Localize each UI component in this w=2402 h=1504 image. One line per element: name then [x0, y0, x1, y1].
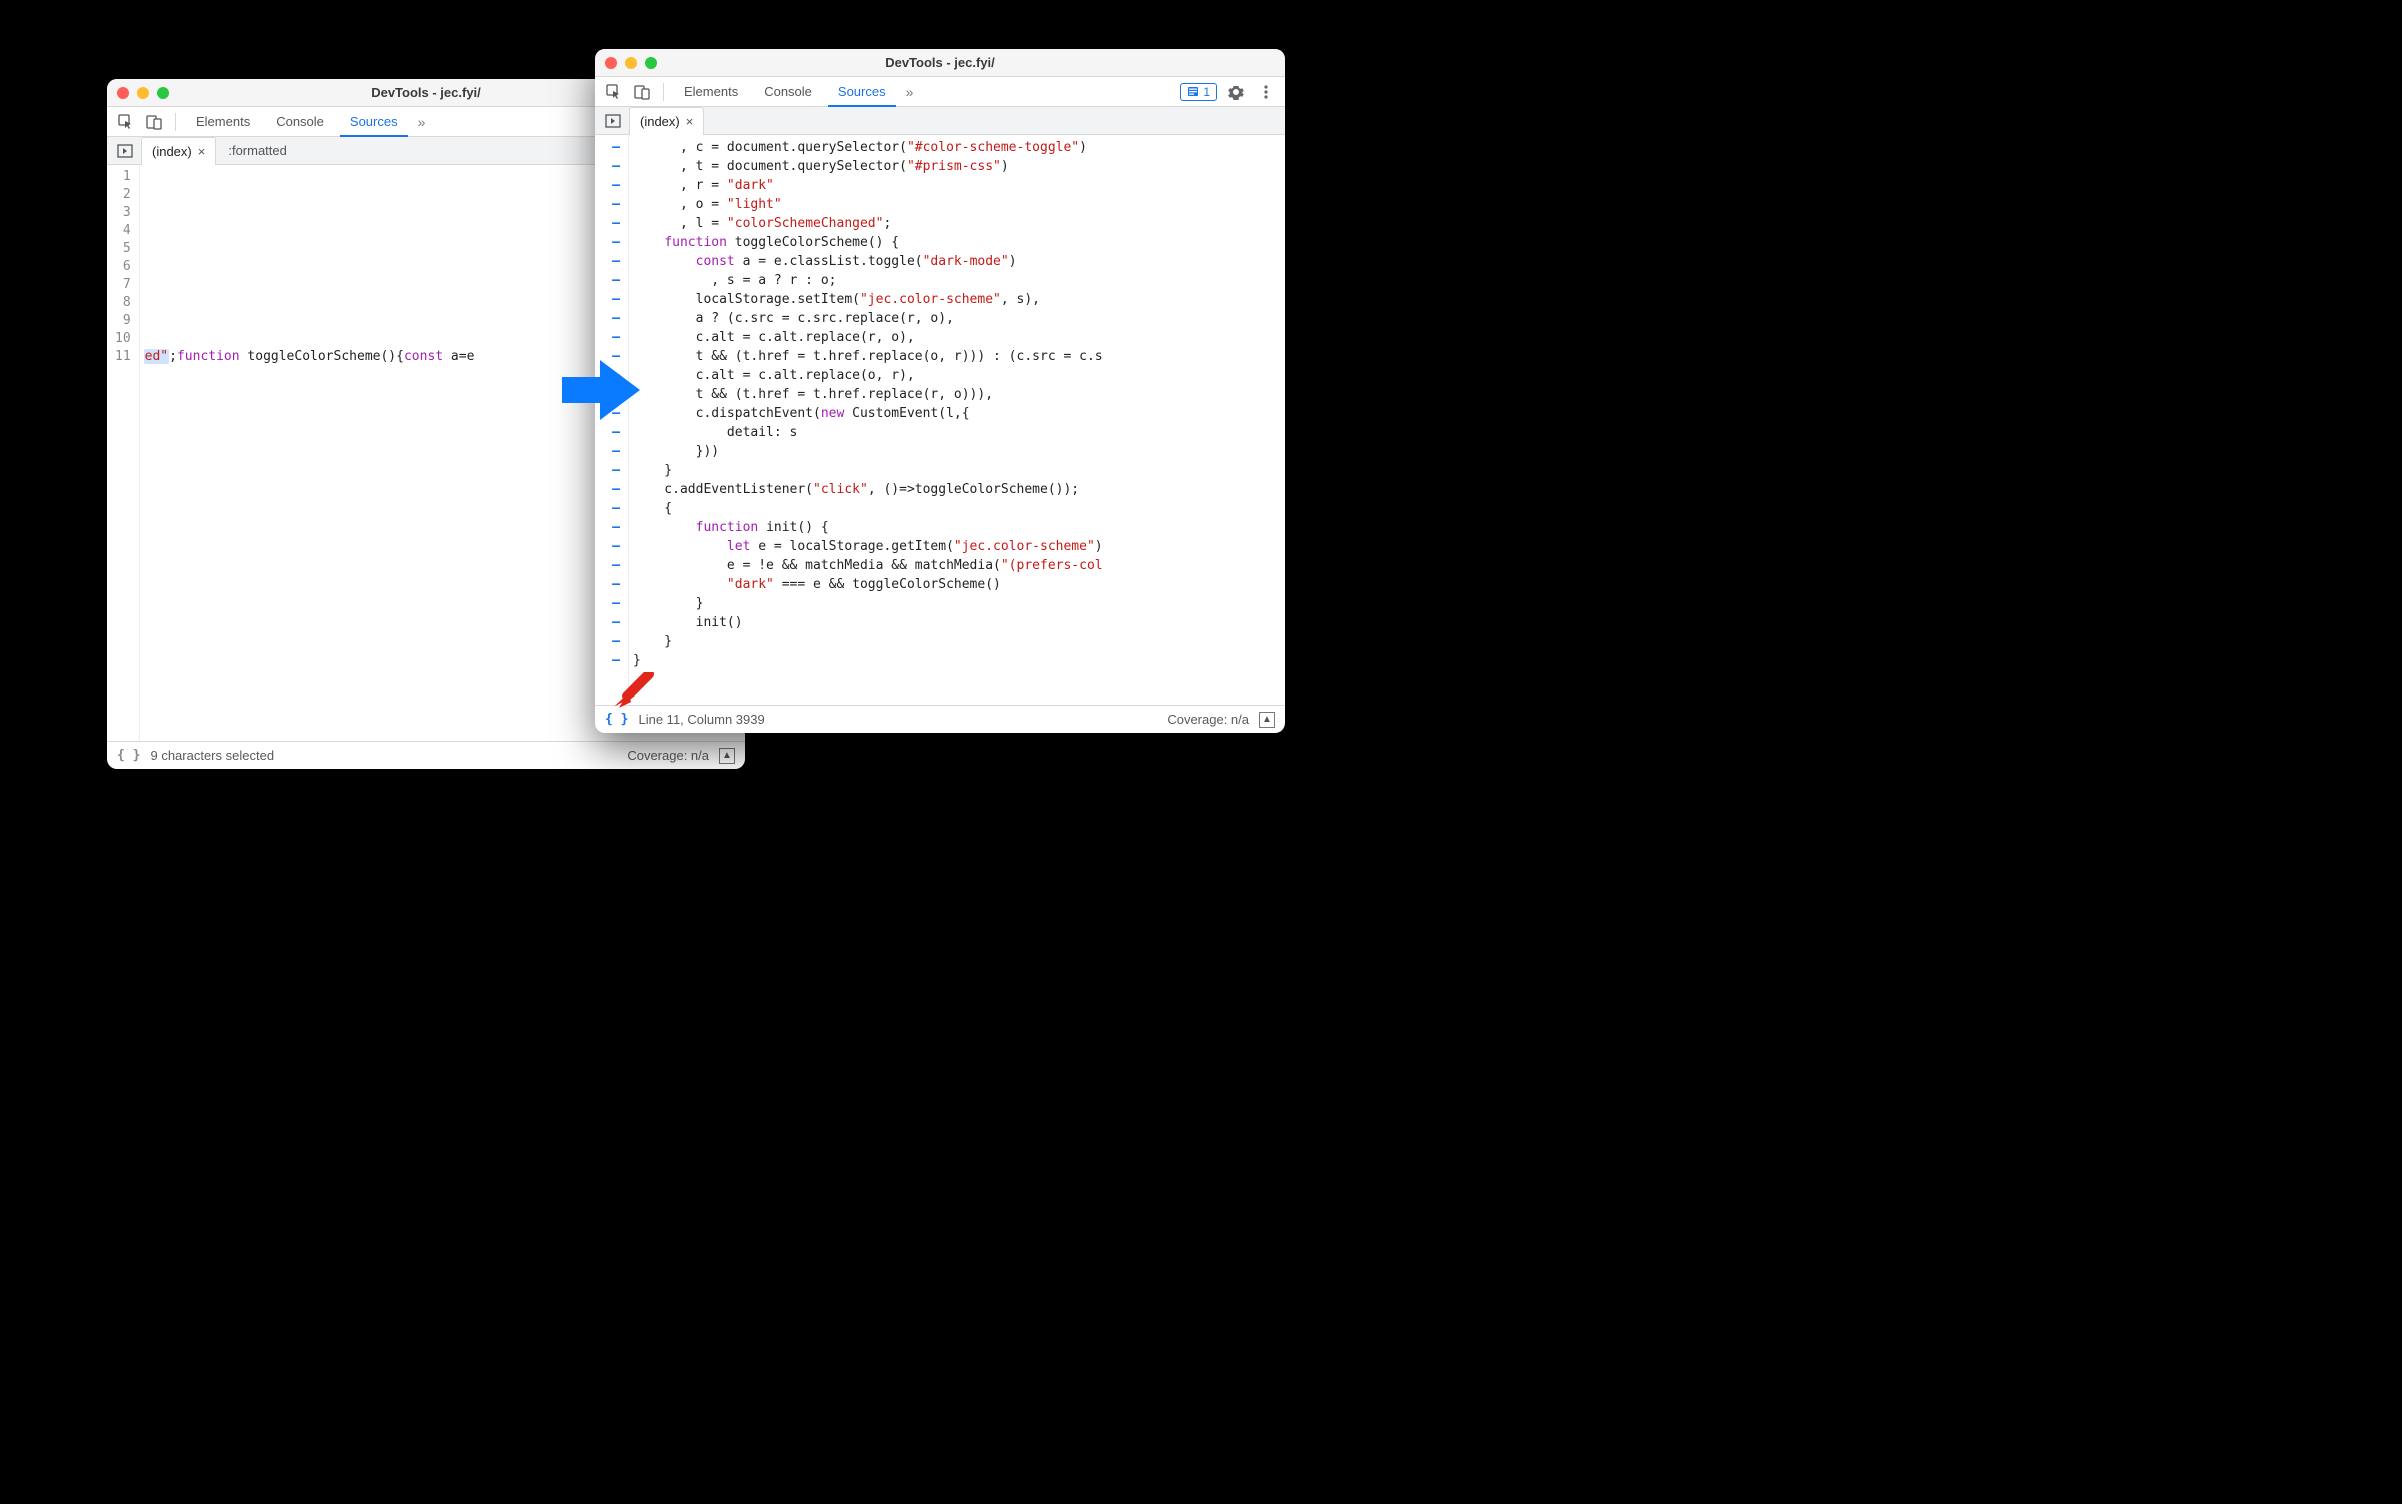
more-tabs-icon[interactable]: »	[902, 84, 918, 100]
navigator-toggle-icon[interactable]	[113, 139, 137, 163]
line-number: 9	[115, 312, 131, 330]
line-number: 5	[115, 240, 131, 258]
issues-badge[interactable]: 1	[1180, 83, 1217, 101]
line-marker: –	[603, 404, 620, 423]
window-zoom-icon[interactable]	[157, 87, 169, 99]
line-marker: –	[603, 233, 620, 252]
file-tab-label: (index)	[152, 144, 192, 159]
file-tab-label: (index)	[640, 114, 680, 129]
line-marker: –	[603, 556, 620, 575]
line-number-gutter: ––––––––––––––––––––––––––––	[595, 135, 629, 705]
window-close-icon[interactable]	[605, 57, 617, 69]
device-toolbar-icon[interactable]	[143, 111, 165, 133]
line-marker: –	[603, 537, 620, 556]
line-number: 2	[115, 186, 131, 204]
more-menu-icon[interactable]	[1255, 81, 1277, 103]
line-number: 6	[115, 258, 131, 276]
close-tab-icon[interactable]: ×	[686, 114, 694, 129]
line-marker: –	[603, 366, 620, 385]
line-marker: –	[603, 461, 620, 480]
tab-elements[interactable]: Elements	[674, 77, 748, 107]
devtools-window-right: DevTools - jec.fyi/ Elements Console Sou…	[595, 49, 1285, 733]
line-number-gutter: 1234567891011	[107, 165, 140, 741]
settings-gear-icon[interactable]	[1225, 81, 1247, 103]
tab-sources[interactable]: Sources	[340, 107, 408, 137]
code-content[interactable]: , c = document.querySelector("#color-sch…	[629, 135, 1285, 705]
title-bar: DevTools - jec.fyi/	[595, 49, 1285, 77]
line-marker: –	[603, 271, 620, 290]
line-marker: –	[603, 252, 620, 271]
line-marker: –	[603, 138, 620, 157]
status-text: 9 characters selected	[150, 748, 274, 763]
more-tabs-icon[interactable]: »	[414, 114, 430, 130]
line-marker: –	[603, 157, 620, 176]
collapse-panel-icon[interactable]: ▲	[719, 748, 735, 764]
line-number: 10	[115, 330, 131, 348]
line-number: 1	[115, 168, 131, 186]
line-marker: –	[603, 385, 620, 404]
line-marker: –	[603, 214, 620, 233]
coverage-status: Coverage: n/a	[627, 748, 709, 763]
inspect-element-icon[interactable]	[603, 81, 625, 103]
status-text: Line 11, Column 3939	[638, 712, 764, 727]
issues-count: 1	[1203, 85, 1210, 99]
line-marker: –	[603, 651, 620, 670]
window-title: DevTools - jec.fyi/	[595, 55, 1285, 70]
tab-console[interactable]: Console	[266, 107, 334, 137]
tab-sources[interactable]: Sources	[828, 77, 896, 107]
tab-elements[interactable]: Elements	[186, 107, 260, 137]
main-toolbar: Elements Console Sources » 1	[595, 77, 1285, 107]
pretty-print-icon[interactable]: { }	[117, 748, 140, 763]
line-marker: –	[603, 613, 620, 632]
line-marker: –	[603, 594, 620, 613]
line-marker: –	[603, 632, 620, 651]
line-number: 8	[115, 294, 131, 312]
line-marker: –	[603, 309, 620, 328]
line-marker: –	[603, 480, 620, 499]
window-minimize-icon[interactable]	[625, 57, 637, 69]
line-number: 7	[115, 276, 131, 294]
file-tab-bar: (index) ×	[595, 107, 1285, 135]
line-marker: –	[603, 499, 620, 518]
line-marker: –	[603, 423, 620, 442]
file-tab-index[interactable]: (index) ×	[629, 107, 704, 135]
navigator-toggle-icon[interactable]	[601, 109, 625, 133]
close-tab-icon[interactable]: ×	[198, 144, 206, 159]
window-zoom-icon[interactable]	[645, 57, 657, 69]
status-bar: { } 9 characters selected Coverage: n/a …	[107, 741, 745, 769]
line-marker: –	[603, 442, 620, 461]
line-marker: –	[603, 328, 620, 347]
line-number: 4	[115, 222, 131, 240]
code-editor[interactable]: –––––––––––––––––––––––––––– , c = docum…	[595, 135, 1285, 705]
formatted-tab[interactable]: :formatted	[218, 143, 297, 158]
line-marker: –	[603, 575, 620, 594]
issue-icon	[1187, 86, 1199, 98]
line-marker: –	[603, 176, 620, 195]
coverage-status: Coverage: n/a	[1167, 712, 1249, 727]
device-toolbar-icon[interactable]	[631, 81, 653, 103]
file-tab-index[interactable]: (index) ×	[141, 137, 216, 165]
tab-console[interactable]: Console	[754, 77, 822, 107]
collapse-panel-icon[interactable]: ▲	[1259, 712, 1275, 728]
pretty-print-icon[interactable]: { }	[605, 712, 628, 727]
window-minimize-icon[interactable]	[137, 87, 149, 99]
line-marker: –	[603, 518, 620, 537]
line-number: 11	[115, 348, 131, 366]
window-close-icon[interactable]	[117, 87, 129, 99]
status-bar: { } Line 11, Column 3939 Coverage: n/a ▲	[595, 705, 1285, 733]
inspect-element-icon[interactable]	[115, 111, 137, 133]
line-marker: –	[603, 195, 620, 214]
line-number: 3	[115, 204, 131, 222]
line-marker: –	[603, 290, 620, 309]
line-marker: –	[603, 347, 620, 366]
